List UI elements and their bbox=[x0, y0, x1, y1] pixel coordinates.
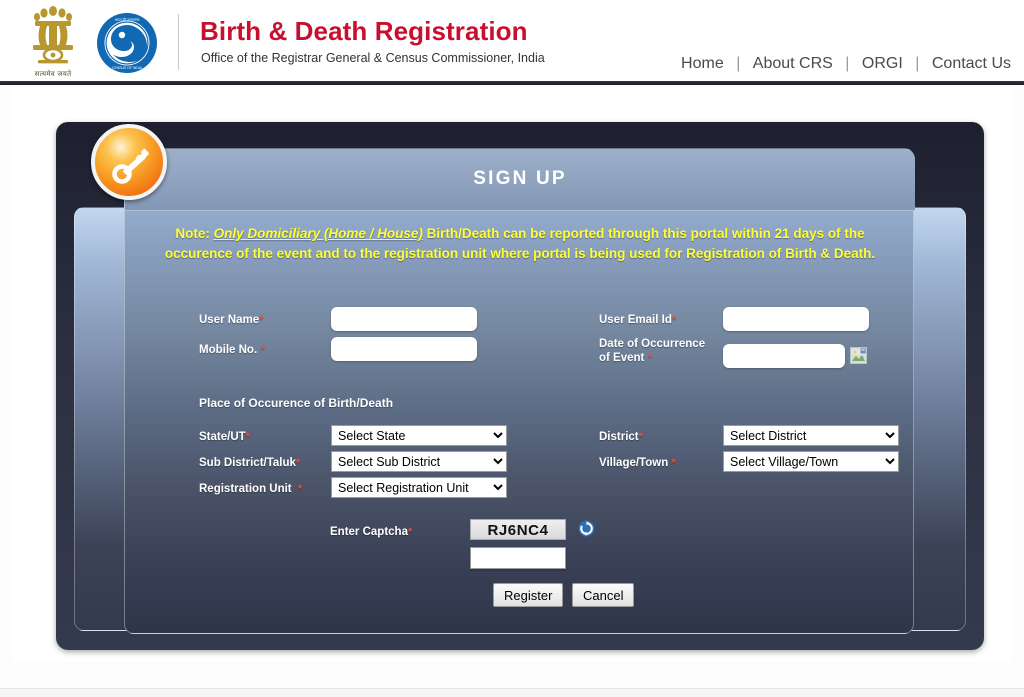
nav-item-contact-us[interactable]: Contact Us bbox=[931, 55, 1012, 72]
signup-header-bar: SIGN UP bbox=[125, 149, 915, 211]
date-of-occurrence-label: Date of Occurrence of Event * bbox=[599, 338, 706, 364]
nav-item-home[interactable]: Home bbox=[680, 55, 725, 72]
outer-panel: SIGN UP Note: Only Domiciliary (Home / H… bbox=[56, 122, 984, 650]
broken-image-calendar-icon[interactable] bbox=[850, 347, 867, 364]
sub-district-label: Sub District/Taluk* bbox=[199, 457, 301, 469]
portal-note: Note: Only Domiciliary (Home / House) Bi… bbox=[147, 224, 893, 264]
mobile-no-label: Mobile No. * bbox=[199, 344, 265, 356]
header-rule bbox=[0, 81, 1024, 85]
cancel-button[interactable]: Cancel bbox=[572, 583, 635, 607]
user-name-input[interactable] bbox=[331, 307, 477, 331]
registration-unit-select[interactable]: Select Registration Unit bbox=[331, 477, 507, 498]
district-label: District* bbox=[599, 431, 643, 443]
svg-text:भारत की जनगणना: भारत की जनगणना bbox=[115, 17, 140, 22]
captcha-code: RJ6NC4 bbox=[470, 519, 566, 540]
page-title: SIGN UP bbox=[473, 168, 567, 189]
nav-separator: | bbox=[736, 55, 741, 72]
nav-separator: | bbox=[845, 55, 850, 72]
emblem-caption: सत्यमेव जयते bbox=[34, 71, 72, 78]
captcha-input[interactable] bbox=[470, 547, 566, 569]
place-of-occurrence-section-heading: Place of Occurence of Birth/Death bbox=[199, 396, 394, 410]
note-prefix: Note: bbox=[175, 226, 214, 241]
state-label: State/UT* bbox=[199, 431, 250, 443]
sub-district-select[interactable]: Select Sub District bbox=[331, 451, 507, 472]
india-national-emblem-icon: सत्यमेव जयते bbox=[18, 4, 88, 80]
state-select[interactable]: Select State bbox=[331, 425, 507, 446]
village-town-label: Village/Town * bbox=[599, 457, 676, 469]
note-emphasis: Only Domiciliary (Home / House) bbox=[213, 226, 423, 241]
site-header: सत्यमेव जयते भारत की जनगणना CENSUS OF IN… bbox=[0, 0, 1024, 85]
date-of-occurrence-input[interactable] bbox=[723, 344, 845, 368]
page-root: सत्यमेव जयते भारत की जनगणना CENSUS OF IN… bbox=[0, 0, 1024, 697]
main-navigation: Home | About CRS | ORGI | Contact Us bbox=[680, 55, 1012, 73]
user-email-label: User Email Id* bbox=[599, 314, 677, 326]
header-divider bbox=[178, 14, 179, 70]
mobile-no-input[interactable] bbox=[331, 337, 477, 361]
refresh-icon[interactable] bbox=[578, 520, 595, 537]
page-footer bbox=[0, 688, 1024, 697]
village-town-select[interactable]: Select Village/Town bbox=[723, 451, 899, 472]
orgi-census-logo-icon: भारत की जनगणना CENSUS OF INDIA bbox=[96, 12, 158, 74]
signup-form-panel: SIGN UP Note: Only Domiciliary (Home / H… bbox=[91, 124, 915, 634]
register-button[interactable]: Register bbox=[493, 583, 564, 607]
key-icon bbox=[91, 124, 167, 200]
nav-item-orgi[interactable]: ORGI bbox=[861, 55, 904, 72]
district-select[interactable]: Select District bbox=[723, 425, 899, 446]
svg-text:CENSUS OF INDIA: CENSUS OF INDIA bbox=[112, 66, 143, 70]
captcha-label: Enter Captcha* bbox=[330, 526, 413, 538]
page-body: SIGN UP Note: Only Domiciliary (Home / H… bbox=[12, 87, 1012, 661]
site-title: Birth & Death Registration bbox=[200, 16, 528, 46]
user-name-label: User Name* bbox=[199, 314, 264, 326]
site-subtitle: Office of the Registrar General & Census… bbox=[201, 51, 545, 65]
user-email-input[interactable] bbox=[723, 307, 869, 331]
nav-item-about-crs[interactable]: About CRS bbox=[752, 55, 834, 72]
nav-separator: | bbox=[915, 55, 920, 72]
registration-unit-label: Registration Unit * bbox=[199, 483, 303, 495]
